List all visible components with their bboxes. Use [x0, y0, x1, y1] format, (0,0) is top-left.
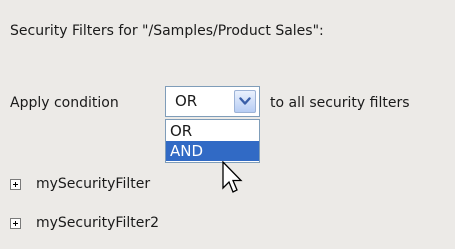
plus-icon[interactable]: [10, 178, 21, 190]
security-filter-label: mySecurityFilter: [36, 176, 151, 192]
condition-select[interactable]: OR: [165, 86, 260, 117]
security-filter-item[interactable]: mySecurityFilter2: [10, 215, 159, 231]
dropdown-button[interactable]: [234, 90, 256, 113]
security-filter-label: mySecurityFilter2: [36, 215, 159, 231]
condition-options-list[interactable]: OR AND: [165, 119, 260, 163]
option-or[interactable]: OR: [166, 121, 259, 141]
chevron-down-icon: [239, 97, 251, 105]
condition-select-value: OR: [175, 92, 198, 110]
arrow-cursor-icon: [222, 161, 243, 193]
page-title: Security Filters for "/Samples/Product S…: [10, 23, 324, 39]
security-filter-item[interactable]: mySecurityFilter: [10, 176, 150, 192]
option-and[interactable]: AND: [166, 141, 259, 161]
apply-to-filters-label: to all security filters: [270, 95, 410, 111]
apply-condition-label: Apply condition: [10, 95, 119, 111]
plus-icon[interactable]: [10, 217, 21, 229]
